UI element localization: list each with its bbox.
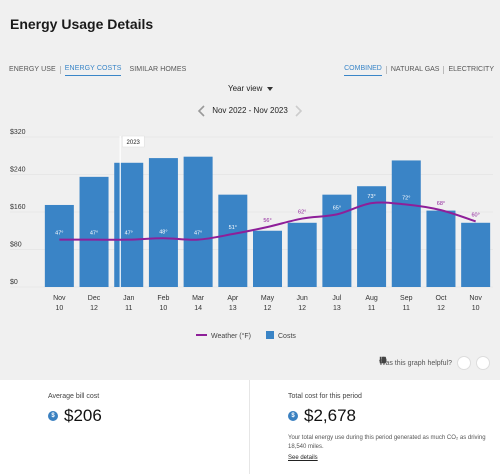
- weather-data-label: 73°: [367, 194, 375, 200]
- legend-weather-label: Weather (°F): [211, 332, 251, 340]
- x-tick-month: Sep: [400, 295, 413, 302]
- dollar-circle-icon: $: [48, 411, 58, 421]
- x-tick-day: 12: [298, 305, 306, 312]
- x-tick-day: 13: [333, 305, 341, 312]
- feedback-question: Was this graph helpful?: [379, 359, 452, 367]
- cost-bar: [148, 158, 178, 287]
- total-cost-label: Total cost for this period: [288, 393, 362, 400]
- x-tick-day: 14: [194, 305, 202, 312]
- x-tick-day: 10: [55, 305, 63, 312]
- cost-bar: [426, 210, 456, 287]
- x-tick-day: 10: [472, 305, 480, 312]
- weather-data-label: 51°: [229, 225, 237, 231]
- x-tick-month: Nov: [53, 295, 66, 302]
- y-tick-label: $160: [10, 204, 26, 211]
- weather-data-label: 60°: [471, 212, 479, 218]
- weather-data-label: 68°: [437, 201, 445, 207]
- x-tick-day: 11: [403, 305, 410, 312]
- x-tick-month: Jan: [123, 295, 134, 302]
- y-tick-label: $0: [10, 279, 18, 286]
- x-tick-month: Jul: [332, 295, 341, 302]
- legend-costs-label: Costs: [278, 333, 296, 340]
- cost-bar: [253, 230, 282, 287]
- x-tick-day: 11: [368, 305, 375, 312]
- average-bill-value-row: $ $206: [48, 406, 102, 426]
- feedback-prompt: Was this graph helpful?: [379, 356, 490, 370]
- cost-bar: [391, 160, 421, 287]
- x-tick-day: 12: [264, 305, 272, 312]
- y-tick-label: $320: [10, 129, 26, 136]
- dollar-circle-icon: $: [288, 411, 298, 421]
- weather-data-label: 47°: [55, 231, 63, 237]
- x-tick-month: May: [261, 295, 275, 302]
- x-tick-month: Mar: [192, 295, 205, 302]
- weather-data-label: 48°: [159, 229, 167, 235]
- cost-bar: [287, 222, 317, 287]
- thumbs-up-icon[interactable]: [379, 356, 471, 370]
- energy-cost-chart: $0 $80 $160 $240 $320 2023 47° 47° 47° 48° 47° 51° 5…: [10, 129, 493, 340]
- x-tick-month: Nov: [469, 295, 482, 302]
- x-tick-day: 12: [437, 305, 445, 312]
- weather-data-label: 65°: [333, 205, 341, 211]
- x-tick-day: 10: [160, 305, 168, 312]
- x-tick-month: Feb: [157, 295, 169, 302]
- total-cost-card: Total cost for this period $ $2,678 Your…: [250, 380, 500, 474]
- cost-bar: [461, 222, 491, 287]
- average-bill-value: $206: [64, 406, 102, 425]
- weather-data-label: 47°: [90, 231, 98, 237]
- cost-bar: [114, 162, 144, 287]
- weather-data-label: 62°: [298, 210, 306, 216]
- cost-bar: [183, 156, 213, 287]
- y-tick-label: $80: [10, 242, 22, 249]
- co2-note: Your total energy use during this period…: [288, 435, 486, 450]
- cost-bar: [357, 186, 387, 287]
- average-bill-label: Average bill cost: [48, 393, 100, 400]
- x-tick-month: Jun: [297, 295, 308, 302]
- weather-data-label: 47°: [125, 231, 133, 237]
- x-tick-month: Aug: [365, 295, 378, 302]
- x-tick-month: Dec: [88, 295, 101, 302]
- x-tick-month: Apr: [227, 295, 239, 302]
- cost-bar: [44, 204, 74, 287]
- year-marker-label: 2023: [127, 140, 141, 146]
- weather-data-label: 72°: [402, 196, 410, 202]
- x-tick-month: Oct: [436, 295, 447, 302]
- average-bill-card: Average bill cost $ $206: [0, 380, 250, 474]
- weather-data-label: 56°: [263, 218, 271, 224]
- thumbs-down-icon[interactable]: [379, 356, 490, 370]
- see-details-link[interactable]: See details: [288, 455, 318, 461]
- x-tick-day: 11: [125, 305, 132, 312]
- total-cost-value-row: $ $2,678: [288, 406, 356, 426]
- cost-bar: [218, 194, 248, 287]
- legend-costs-swatch: [266, 331, 274, 339]
- x-tick-day: 12: [90, 305, 98, 312]
- weather-data-label: 47°: [194, 231, 202, 237]
- x-tick-day: 13: [229, 305, 237, 312]
- total-cost-value: $2,678: [304, 406, 356, 425]
- y-tick-label: $240: [10, 167, 26, 174]
